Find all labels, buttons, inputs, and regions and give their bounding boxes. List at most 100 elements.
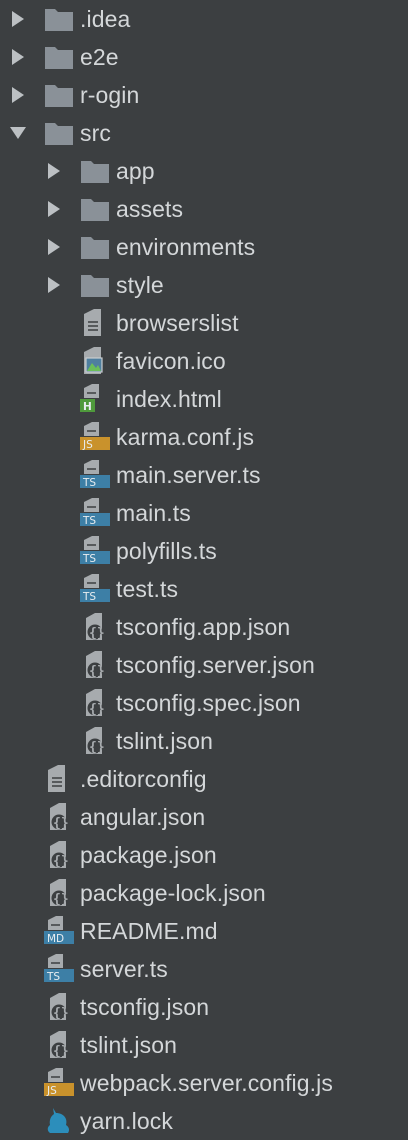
tree-item-label: main.ts — [116, 500, 191, 526]
folder-icon — [80, 190, 110, 228]
tree-folder-app[interactable]: app — [0, 152, 408, 190]
html-file-icon: H — [80, 380, 110, 418]
folder-icon — [44, 0, 74, 38]
folder-icon — [44, 114, 74, 152]
json-file-icon: {} — [44, 836, 74, 874]
tree-folder-e2e[interactable]: e2e — [0, 38, 408, 76]
svg-text:TS: TS — [82, 477, 96, 489]
tree-file-readme-md[interactable]: MD README.md — [0, 912, 408, 950]
svg-text:TS: TS — [82, 553, 96, 565]
tree-item-label: app — [116, 158, 155, 184]
chevron-right-icon[interactable] — [44, 190, 64, 228]
json-file-icon: {} — [44, 874, 74, 912]
tree-file-main-server-ts[interactable]: TS main.server.ts — [0, 456, 408, 494]
js-file-icon: JS — [80, 418, 110, 456]
svg-text:TS: TS — [82, 515, 96, 527]
chevron-right-icon[interactable] — [8, 76, 28, 114]
md-file-icon: MD — [44, 912, 74, 950]
json-file-icon: {} — [80, 684, 110, 722]
js-file-icon: JS — [44, 1064, 74, 1102]
tree-folder-style[interactable]: style — [0, 266, 408, 304]
tree-file-polyfills-ts[interactable]: TS polyfills.ts — [0, 532, 408, 570]
chevron-right-icon[interactable] — [44, 228, 64, 266]
folder-icon — [44, 76, 74, 114]
tree-file-webpack-server-config-js[interactable]: JS webpack.server.config.js — [0, 1064, 408, 1102]
chevron-right-icon[interactable] — [44, 266, 64, 304]
tree-file-index-html[interactable]: Hindex.html — [0, 380, 408, 418]
tree-file-tsconfig-app-json[interactable]: {} tsconfig.app.json — [0, 608, 408, 646]
tree-item-label: server.ts — [80, 956, 168, 982]
tree-file-tslint-json[interactable]: {} tslint.json — [0, 722, 408, 760]
svg-text:{}: {} — [89, 664, 105, 679]
tree-file-tsconfig-json[interactable]: {} tsconfig.json — [0, 988, 408, 1026]
tree-file-main-ts[interactable]: TS main.ts — [0, 494, 408, 532]
ts-file-icon: TS — [80, 532, 110, 570]
tree-folder-environments[interactable]: environments — [0, 228, 408, 266]
folder-icon — [80, 266, 110, 304]
tree-file-package-json[interactable]: {} package.json — [0, 836, 408, 874]
tree-file-favicon-ico[interactable]: favicon.ico — [0, 342, 408, 380]
tree-file-server-ts[interactable]: TS server.ts — [0, 950, 408, 988]
tree-item-label: karma.conf.js — [116, 424, 255, 450]
tree-file-tsconfig-server-json[interactable]: {} tsconfig.server.json — [0, 646, 408, 684]
image-file-icon — [80, 342, 110, 380]
ts-file-icon: TS — [80, 570, 110, 608]
svg-text:{}: {} — [53, 816, 69, 831]
tree-item-label: angular.json — [80, 804, 206, 830]
svg-text:{}: {} — [89, 740, 105, 755]
tree-item-label: e2e — [80, 44, 119, 70]
tree-item-label: yarn.lock — [80, 1108, 173, 1134]
tree-file-test-ts[interactable]: TS test.ts — [0, 570, 408, 608]
tree-file-browserslist[interactable]: browserslist — [0, 304, 408, 342]
tree-item-label: test.ts — [116, 576, 179, 602]
svg-text:H: H — [83, 401, 92, 413]
tree-folder-r-ogin[interactable]: r-ogin — [0, 76, 408, 114]
ts-file-icon: TS — [80, 494, 110, 532]
tree-item-label: tslint.json — [116, 728, 213, 754]
tree-file-package-lock-json[interactable]: {} package-lock.json — [0, 874, 408, 912]
tree-item-label: main.server.ts — [116, 462, 261, 488]
tree-item-label: tsconfig.spec.json — [116, 690, 301, 716]
tree-file-tsconfig-spec-json[interactable]: {} tsconfig.spec.json — [0, 684, 408, 722]
tree-folder-idea[interactable]: .idea — [0, 0, 408, 38]
tree-item-label: .editorconfig — [80, 766, 207, 792]
tree-item-label: package-lock.json — [80, 880, 266, 906]
folder-icon — [80, 152, 110, 190]
tree-item-label: tsconfig.app.json — [116, 614, 291, 640]
tree-folder-src[interactable]: src — [0, 114, 408, 152]
project-file-tree: .idea e2e r-ogin src app assets environments st… — [0, 0, 408, 1140]
tree-item-label: favicon.ico — [116, 348, 226, 374]
chevron-right-icon[interactable] — [8, 38, 28, 76]
svg-text:TS: TS — [82, 591, 96, 603]
json-file-icon: {} — [44, 1026, 74, 1064]
json-file-icon: {} — [44, 988, 74, 1026]
svg-text:{}: {} — [53, 1006, 69, 1021]
ts-file-icon: TS — [80, 456, 110, 494]
json-file-icon: {} — [80, 608, 110, 646]
tree-item-label: webpack.server.config.js — [80, 1070, 333, 1096]
tree-item-label: .idea — [80, 6, 131, 32]
tree-item-label: assets — [116, 196, 184, 222]
chevron-down-icon[interactable] — [8, 114, 28, 152]
tree-file-editorconfig[interactable]: .editorconfig — [0, 760, 408, 798]
tree-item-label: environments — [116, 234, 256, 260]
json-file-icon: {} — [80, 646, 110, 684]
svg-text:{}: {} — [53, 892, 69, 907]
tree-item-label: index.html — [116, 386, 222, 412]
svg-text:{}: {} — [89, 626, 105, 641]
tree-item-label: tsconfig.json — [80, 994, 210, 1020]
tree-item-label: README.md — [80, 918, 218, 944]
tree-file-tslint-json[interactable]: {} tslint.json — [0, 1026, 408, 1064]
tree-item-label: package.json — [80, 842, 217, 868]
tree-folder-assets[interactable]: assets — [0, 190, 408, 228]
chevron-right-icon[interactable] — [44, 152, 64, 190]
tree-file-karma-conf-js[interactable]: JS karma.conf.js — [0, 418, 408, 456]
tree-item-label: polyfills.ts — [116, 538, 217, 564]
text-file-icon — [80, 304, 110, 342]
chevron-right-icon[interactable] — [8, 0, 28, 38]
json-file-icon: {} — [80, 722, 110, 760]
svg-text:{}: {} — [89, 702, 105, 717]
tree-file-angular-json[interactable]: {} angular.json — [0, 798, 408, 836]
tree-item-label: tslint.json — [80, 1032, 177, 1058]
tree-file-yarn-lock[interactable]: yarn.lock — [0, 1102, 408, 1140]
